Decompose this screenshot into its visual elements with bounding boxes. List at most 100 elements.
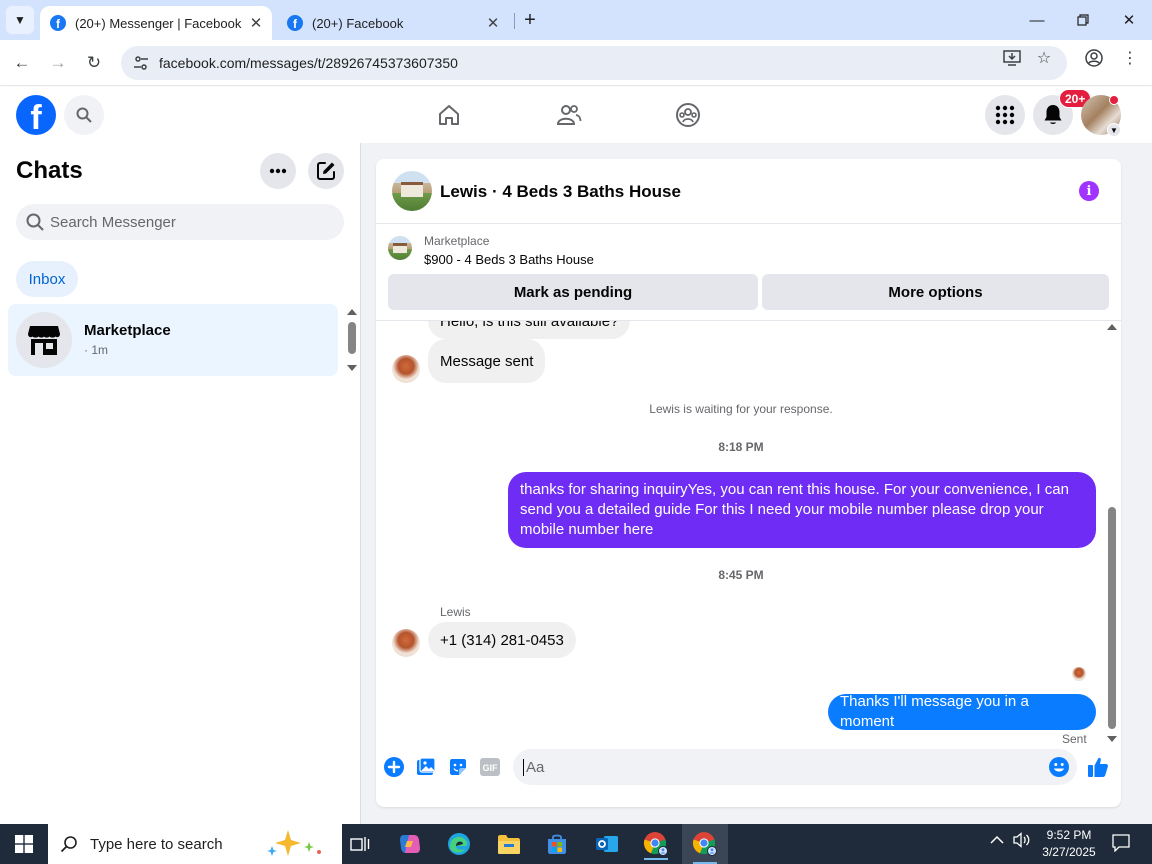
message-bubble-outgoing[interactable]: thanks for sharing inquiryYes, you can r… xyxy=(508,472,1096,548)
chrome-icon xyxy=(643,832,668,856)
back-button[interactable]: ← xyxy=(9,50,35,76)
avatar-status-dot xyxy=(1109,95,1119,105)
edge-browser-icon xyxy=(448,833,470,855)
install-app-icon[interactable] xyxy=(1001,47,1023,69)
contact-avatar[interactable] xyxy=(392,629,420,657)
windows-logo-icon xyxy=(15,835,33,853)
groups-icon xyxy=(676,103,700,127)
scroll-down-arrow[interactable] xyxy=(1107,736,1117,742)
listing-thumbnail[interactable] xyxy=(392,171,432,211)
chat-timestamp: · 1m xyxy=(84,343,108,357)
tab-close-icon[interactable]: ✕ xyxy=(246,14,266,32)
restore-button[interactable] xyxy=(1060,6,1106,34)
listing-small-thumbnail[interactable] xyxy=(388,236,412,260)
message-bubble-incoming[interactable]: Hello, is this still available? xyxy=(428,321,631,339)
address-bar[interactable]: facebook.com/messages/t/2892674537360735… xyxy=(121,46,1067,80)
site-settings-icon[interactable] xyxy=(123,55,159,71)
thread-scrollbar[interactable] xyxy=(1105,321,1119,745)
more-actions-plus-icon[interactable] xyxy=(383,756,405,778)
sender-name: Lewis xyxy=(440,605,471,619)
task-view-button[interactable] xyxy=(344,828,376,860)
store-taskbar-button[interactable] xyxy=(541,828,573,860)
outlook-taskbar-button[interactable] xyxy=(591,828,623,860)
more-options-button[interactable]: More options xyxy=(762,274,1109,310)
gif-icon[interactable]: GIF xyxy=(479,756,501,778)
copilot-taskbar-button[interactable] xyxy=(394,828,426,860)
sticker-icon[interactable] xyxy=(447,756,469,778)
listing-price-title[interactable]: $900 - 4 Beds 3 Baths House xyxy=(424,252,594,267)
tab-close-icon[interactable]: ✕ xyxy=(483,14,503,32)
chrome-icon xyxy=(692,832,717,856)
search-highlight-sparkle-icon xyxy=(267,830,321,856)
chrome-taskbar-button[interactable] xyxy=(640,828,672,860)
notification-center-icon[interactable] xyxy=(1112,834,1130,855)
conversation-info-icon[interactable]: i xyxy=(1079,181,1099,201)
inbox-filter-tab[interactable]: Inbox xyxy=(16,261,78,297)
message-bubble-incoming[interactable]: +1 (314) 281-0453 xyxy=(428,622,576,658)
marketplace-label: Marketplace xyxy=(424,234,490,248)
taskbar-search-placeholder: Type here to search xyxy=(90,835,223,853)
like-thumbs-up-icon[interactable] xyxy=(1087,756,1109,778)
new-message-button[interactable] xyxy=(308,153,344,189)
message-bubble-incoming[interactable]: Message sent xyxy=(428,339,546,383)
tab-facebook[interactable]: f (20+) Facebook ✕ xyxy=(277,6,509,40)
edge-taskbar-button[interactable] xyxy=(443,828,475,860)
mark-as-pending-button[interactable]: Mark as pending xyxy=(388,274,758,310)
system-clock[interactable]: 9:52 PM 3/27/2025 xyxy=(1038,827,1100,861)
scrollbar-thumb[interactable] xyxy=(1108,507,1116,729)
chats-sidebar: Chats Inbox Marketplace · 1m xyxy=(0,143,361,824)
message-timestamp: 8:18 PM xyxy=(718,440,764,454)
search-messenger-input[interactable] xyxy=(50,213,330,231)
show-hidden-icons-chevron-up-icon[interactable] xyxy=(990,832,1004,848)
conversation-header: Lewis · 4 Beds 3 Baths House i xyxy=(376,159,1121,224)
contact-avatar[interactable] xyxy=(392,355,420,383)
scroll-up-arrow[interactable] xyxy=(1107,324,1117,330)
minimize-button[interactable]: — xyxy=(1014,6,1060,34)
forward-button[interactable]: → xyxy=(45,50,71,76)
home-nav-button[interactable] xyxy=(435,101,463,129)
chat-list-scrollbar[interactable] xyxy=(345,306,359,374)
tab-divider xyxy=(514,13,515,29)
scrollbar-thumb[interactable] xyxy=(348,322,356,354)
file-explorer-taskbar-button[interactable] xyxy=(493,828,525,860)
tab-messenger[interactable]: f (20+) Messenger | Facebook ✕ xyxy=(40,6,272,40)
new-tab-button[interactable]: + xyxy=(518,8,542,32)
groups-nav-button[interactable] xyxy=(674,101,702,129)
menu-grid-button[interactable] xyxy=(985,95,1025,135)
emoji-icon[interactable] xyxy=(1048,756,1070,778)
message-bubble-outgoing[interactable]: Thanks I'll message you in a moment xyxy=(828,693,1096,730)
messenger-search[interactable] xyxy=(16,204,344,240)
chevron-down-icon[interactable]: ▼ xyxy=(1107,123,1121,137)
active-app-indicator xyxy=(644,858,668,860)
scroll-down-arrow[interactable] xyxy=(347,365,357,371)
profile-icon[interactable] xyxy=(1083,47,1105,69)
marketplace-listing-banner: Marketplace $900 - 4 Beds 3 Baths House … xyxy=(376,224,1121,321)
reload-button[interactable]: ↻ xyxy=(81,50,107,76)
scroll-up-arrow[interactable] xyxy=(347,309,357,315)
tab-title: (20+) Facebook xyxy=(312,15,404,31)
chats-title: Chats xyxy=(16,157,83,184)
friends-nav-button[interactable] xyxy=(555,101,583,129)
chat-list-item[interactable]: Marketplace · 1m xyxy=(8,304,338,376)
bookmark-star-icon[interactable]: ☆ xyxy=(1033,47,1055,69)
taskbar-search-box[interactable]: Type here to search xyxy=(48,824,342,864)
compose-icon xyxy=(317,162,335,180)
clock-time: 9:52 PM xyxy=(1046,828,1092,842)
chrome-profile-taskbar-button[interactable] xyxy=(682,824,728,864)
conversation-title[interactable]: Lewis · 4 Beds 3 Baths House xyxy=(440,182,681,202)
browser-toolbar: ← → ↻ facebook.com/messages/t/2892674537… xyxy=(0,40,1152,86)
browser-menu-icon[interactable]: ⋮ xyxy=(1119,47,1141,69)
windows-start-button[interactable] xyxy=(8,828,40,860)
attach-photo-icon[interactable] xyxy=(415,756,437,778)
message-input[interactable] xyxy=(523,758,1023,776)
facebook-logo[interactable]: f xyxy=(16,95,56,135)
friends-icon xyxy=(556,105,582,125)
volume-speaker-icon[interactable] xyxy=(1013,832,1031,851)
bell-icon xyxy=(1044,105,1062,124)
tab-title: (20+) Messenger | Facebook xyxy=(75,15,242,31)
chats-options-button[interactable] xyxy=(260,153,296,189)
facebook-search-button[interactable] xyxy=(64,95,104,135)
message-input-field[interactable] xyxy=(513,749,1077,785)
tab-search-dropdown[interactable]: ▼ xyxy=(6,6,34,34)
close-window-button[interactable]: ✕ xyxy=(1106,6,1152,34)
